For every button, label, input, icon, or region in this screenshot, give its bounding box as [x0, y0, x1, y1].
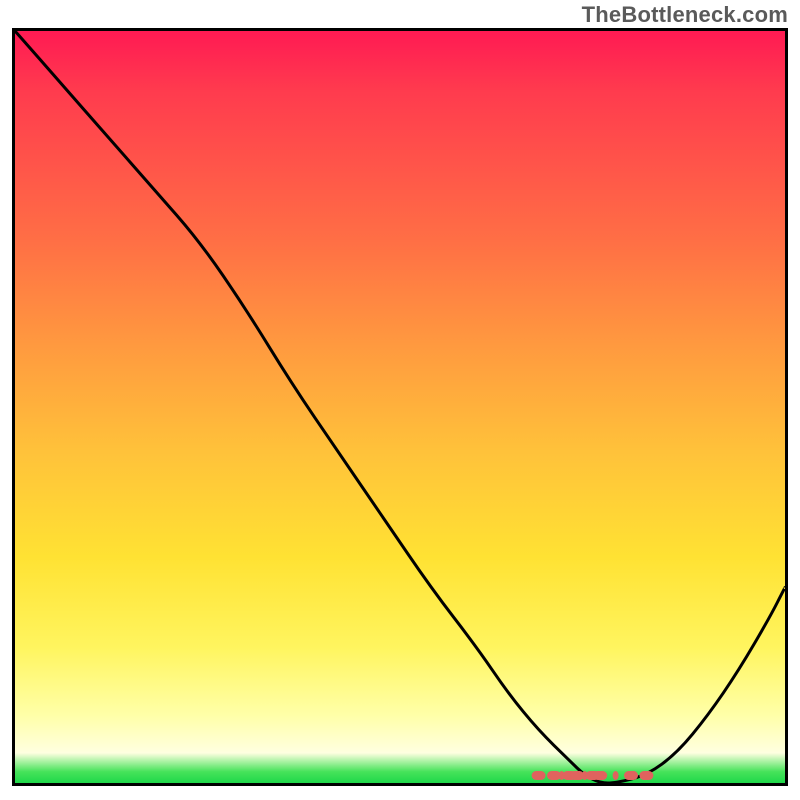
valley-markers: [532, 771, 654, 780]
curve-path: [15, 31, 785, 783]
valley-marker: [624, 771, 638, 780]
valley-marker: [593, 771, 607, 780]
valley-marker: [613, 771, 619, 780]
watermark-text: TheBottleneck.com: [582, 2, 788, 28]
plot-area: [12, 28, 788, 786]
chart-root: TheBottleneck.com: [0, 0, 800, 800]
valley-marker: [639, 771, 653, 780]
valley-marker: [532, 771, 546, 780]
chart-curve-layer: [15, 31, 785, 783]
